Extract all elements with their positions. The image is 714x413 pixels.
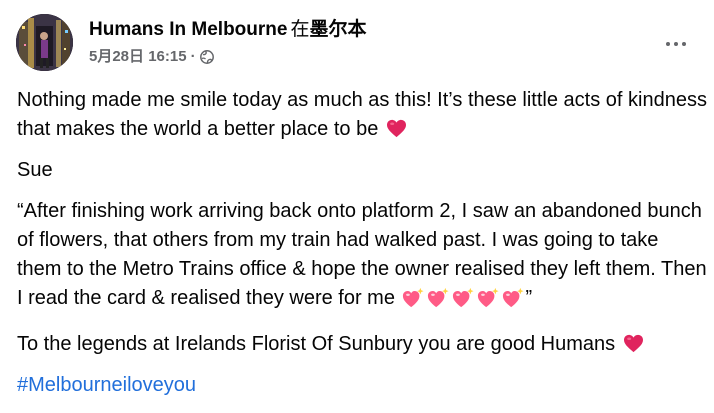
paragraph-3-text: “After finishing work arriving back onto…	[17, 200, 707, 309]
page-avatar[interactable]	[16, 14, 73, 71]
post-hashtag-line: #Melbourneiloveyou	[17, 371, 707, 400]
paragraph-4-text: To the legends at Irelands Florist Of Su…	[17, 333, 616, 355]
post-paragraph-2: Sue	[17, 159, 53, 181]
sparkling-heart-icon	[402, 287, 424, 308]
page-title-line: Humans In Melbourne 在墨尔本	[89, 18, 367, 42]
post-meta: 5月28日 16:15 ·	[89, 47, 214, 67]
post-body: Nothing made me smile today as much as t…	[17, 86, 707, 400]
red-heart-icon	[386, 118, 407, 138]
facebook-post: Humans In Melbourne 在墨尔本 5月28日 16:15 · No…	[0, 0, 714, 413]
post-header: Humans In Melbourne 在墨尔本 5月28日 16:15 ·	[16, 14, 698, 74]
sparkling-heart-icon	[477, 287, 499, 308]
post-paragraph-1: Nothing made me smile today as much as t…	[17, 86, 707, 144]
meta-separator: ·	[190, 48, 196, 65]
sparkling-heart-icon	[502, 287, 524, 308]
post-paragraph-3: “After finishing work arriving back onto…	[17, 197, 707, 318]
more-options-button[interactable]	[658, 32, 694, 56]
sparkling-hearts-group	[401, 287, 526, 318]
globe-icon[interactable]	[199, 50, 214, 64]
paragraph-1-text: Nothing made me smile today as much as t…	[17, 89, 707, 140]
sparkling-heart-icon	[427, 287, 449, 308]
red-heart-icon	[623, 333, 644, 353]
closing-quote: ”	[525, 287, 533, 309]
post-paragraph-4: To the legends at Irelands Florist Of Su…	[17, 330, 707, 359]
location-prefix: 在	[290, 19, 310, 40]
hashtag-link[interactable]: #Melbourneiloveyou	[17, 374, 196, 396]
page-name-link[interactable]: Humans In Melbourne	[89, 19, 287, 40]
sparkling-heart-icon	[452, 287, 474, 308]
location-link[interactable]: 墨尔本	[309, 19, 366, 40]
more-dots-icon	[666, 42, 670, 46]
post-timestamp[interactable]: 5月28日 16:15	[89, 47, 187, 67]
